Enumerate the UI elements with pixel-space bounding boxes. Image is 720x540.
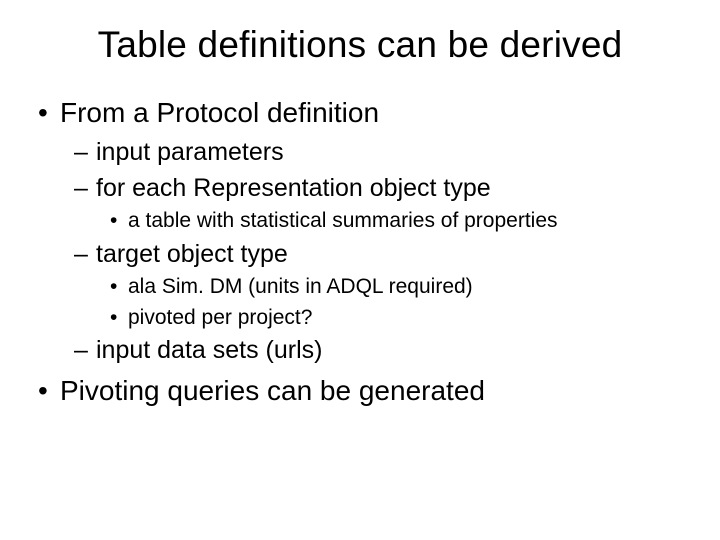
bullet-text: From a Protocol definition (60, 97, 379, 128)
bullet-text: target object type (96, 240, 288, 268)
bullet-lvl3: ala Sim. DM (units in ADQL required) (128, 273, 688, 301)
bullet-sublist: input parameters for each Representation… (60, 136, 688, 368)
bullet-lvl2: input data sets (urls) (96, 334, 688, 368)
slide-title: Table definitions can be derived (32, 24, 688, 66)
bullet-text: Pivoting queries can be generated (60, 375, 485, 406)
bullet-lvl1: Pivoting queries can be generated (60, 372, 688, 410)
bullet-text: a table with statistical summaries of pr… (128, 209, 558, 232)
bullet-lvl2: for each Representation object type a ta… (96, 172, 688, 236)
bullet-sublist: ala Sim. DM (units in ADQL required) piv… (96, 273, 688, 332)
bullet-lvl1: From a Protocol definition input paramet… (60, 94, 688, 368)
bullet-text: pivoted per project? (128, 306, 312, 329)
bullet-text: input parameters (96, 138, 284, 166)
bullet-text: input data sets (urls) (96, 336, 323, 364)
bullet-list: From a Protocol definition input paramet… (32, 94, 688, 410)
bullet-lvl2: target object type ala Sim. DM (units in… (96, 238, 688, 332)
bullet-sublist: a table with statistical summaries of pr… (96, 207, 688, 235)
bullet-text: ala Sim. DM (units in ADQL required) (128, 275, 473, 298)
bullet-lvl3: pivoted per project? (128, 304, 688, 332)
bullet-lvl2: input parameters (96, 136, 688, 170)
bullet-lvl3: a table with statistical summaries of pr… (128, 207, 688, 235)
bullet-text: for each Representation object type (96, 174, 491, 202)
slide: Table definitions can be derived From a … (0, 0, 720, 540)
